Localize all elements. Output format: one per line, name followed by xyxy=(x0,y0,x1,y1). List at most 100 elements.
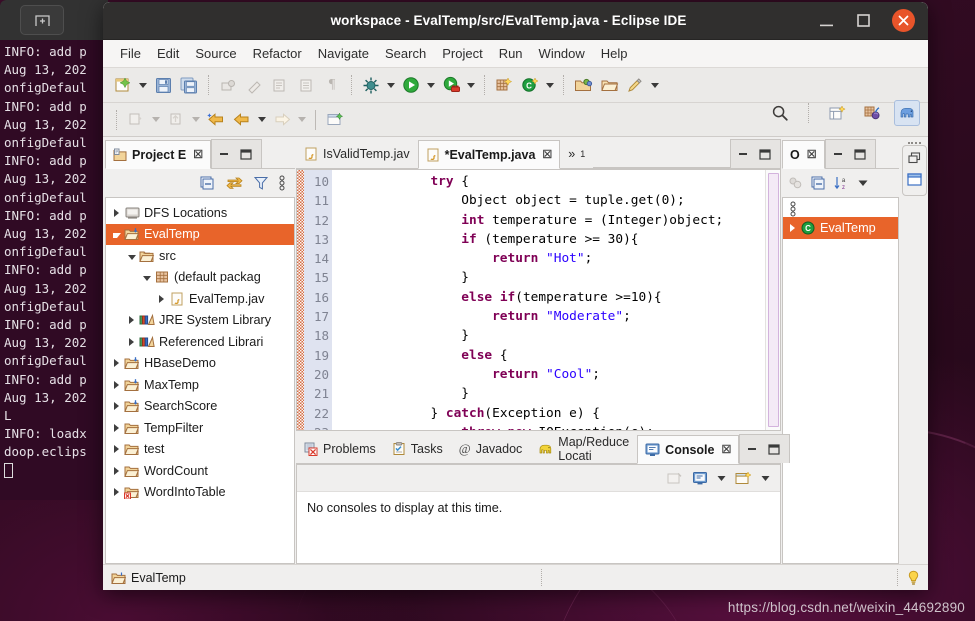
new-file-button[interactable] xyxy=(110,72,136,98)
project-explorer-maximize-button[interactable] xyxy=(240,148,252,160)
expand-twisty-icon[interactable] xyxy=(155,292,168,306)
code-line[interactable]: Object object = tuple.get(0); xyxy=(338,191,765,210)
step-return-dropdown[interactable] xyxy=(189,107,203,133)
code-editor[interactable]: 10111213141516171819202122232425 try { O… xyxy=(296,169,781,431)
collapse-all-icon[interactable] xyxy=(811,176,826,191)
menu-item-project[interactable]: Project xyxy=(434,43,490,64)
filter-icon[interactable] xyxy=(254,176,268,191)
eraser-button[interactable] xyxy=(241,72,267,98)
close-button[interactable] xyxy=(892,9,915,32)
document-button[interactable] xyxy=(293,72,319,98)
editor-tab-close-icon[interactable]: ☒ xyxy=(542,148,552,161)
back-button[interactable] xyxy=(229,107,255,133)
open-console-dropdown[interactable] xyxy=(761,475,770,482)
save-button[interactable] xyxy=(150,72,176,98)
restore-icon[interactable] xyxy=(907,152,921,164)
tree-item-dfs-locations[interactable]: DFS Locations xyxy=(106,202,294,224)
expand-twisty-icon[interactable] xyxy=(110,421,123,435)
outline-focus-icon[interactable] xyxy=(783,198,898,217)
bottom-tab-map-reduce-locati[interactable]: Map/Reduce Locati xyxy=(530,434,637,463)
tree-item-evaltemp-jav[interactable]: EvalTemp.jav xyxy=(106,288,294,310)
code-line[interactable]: else { xyxy=(338,346,765,365)
bottom-tab-javadoc[interactable]: @ Javadoc xyxy=(451,434,531,463)
run-dropdown[interactable] xyxy=(424,72,438,98)
editor-view-controls[interactable] xyxy=(730,139,781,168)
new-class-dropdown[interactable] xyxy=(543,72,557,98)
minimized-view-stack[interactable] xyxy=(901,145,927,196)
step-into-dropdown[interactable] xyxy=(149,107,163,133)
build-button[interactable] xyxy=(267,72,293,98)
annotation-pen-button[interactable] xyxy=(622,72,648,98)
terminal-new-tab-button[interactable] xyxy=(20,5,64,35)
annotation-dropdown[interactable] xyxy=(648,72,662,98)
outline-tabs[interactable]: O ☒ xyxy=(782,139,899,169)
console-body[interactable]: No consoles to display at this time. xyxy=(296,464,781,564)
minimize-button[interactable] xyxy=(818,12,835,29)
tree-item-tempfilter[interactable]: TempFilter xyxy=(106,417,294,439)
code-line[interactable]: } xyxy=(338,268,765,287)
mapreduce-perspective-button[interactable] xyxy=(894,100,920,126)
menu-item-source[interactable]: Source xyxy=(187,43,244,64)
project-tree[interactable]: DFS Locations EvalTemp src (default packag E… xyxy=(106,198,294,503)
tree-item-jre-system-library[interactable]: JRE System Library xyxy=(106,310,294,332)
editor-tabs[interactable]: IsValidTemp.jav *EvalTemp.java ☒» 1 xyxy=(296,139,781,169)
tab-outline[interactable]: O ☒ xyxy=(782,140,825,169)
code-line[interactable]: return "Moderate"; xyxy=(338,307,765,326)
outline-toolbar[interactable]: az xyxy=(782,169,899,197)
project-explorer-body[interactable]: DFS Locations EvalTemp src (default packag E… xyxy=(105,197,295,564)
collapse-twisty-icon[interactable] xyxy=(125,249,138,263)
terminal-window[interactable]: INFO: add p Aug 13, 202 onfigDefaul INFO: a… xyxy=(0,0,108,500)
bottom-tab-problems[interactable]: Problems xyxy=(296,434,384,463)
lightbulb-icon[interactable] xyxy=(907,570,920,586)
expand-twisty-icon[interactable] xyxy=(110,378,123,392)
code-line[interactable]: } catch(Exception e) { xyxy=(338,404,765,423)
new-file-dropdown[interactable] xyxy=(136,72,150,98)
menu-item-help[interactable]: Help xyxy=(593,43,636,64)
expand-twisty-icon[interactable] xyxy=(786,221,799,235)
forward-dropdown[interactable] xyxy=(295,107,309,133)
tree-item-wordcount[interactable]: WordCount xyxy=(106,460,294,482)
tree-item-hbasedemo[interactable]: HBaseDemo xyxy=(106,353,294,375)
menu-item-run[interactable]: Run xyxy=(491,43,531,64)
code-line[interactable]: return "Hot"; xyxy=(338,249,765,268)
display-console-icon[interactable] xyxy=(692,471,708,486)
editor-tab-isvalidtemp.jav[interactable]: IsValidTemp.jav xyxy=(296,139,418,168)
project-explorer-close-icon[interactable]: ☒ xyxy=(193,148,203,161)
editor-minimize-button[interactable] xyxy=(738,149,749,159)
expand-twisty-icon[interactable] xyxy=(110,356,123,370)
collapse-all-icon[interactable] xyxy=(200,176,215,191)
code-line[interactable]: } xyxy=(338,326,765,345)
display-console-dropdown[interactable] xyxy=(717,475,726,482)
open-resource-button[interactable] xyxy=(596,72,622,98)
eclipse-window[interactable]: workspace - EvalTemp/src/EvalTemp.java -… xyxy=(103,2,928,590)
bottom-view-controls[interactable] xyxy=(739,434,791,463)
console-tab-close-icon[interactable]: ☒ xyxy=(721,443,731,456)
sort-az-icon[interactable]: az xyxy=(834,176,850,191)
open-task-button[interactable] xyxy=(570,72,596,98)
project-explorer-toolbar[interactable] xyxy=(105,169,295,197)
new-class-button[interactable]: C xyxy=(517,72,543,98)
link-with-editor-icon[interactable] xyxy=(226,176,243,191)
tab-project-explorer[interactable]: Project E ☒ xyxy=(105,140,212,169)
project-explorer-minimize-button[interactable] xyxy=(219,149,230,159)
back-with-marker-button[interactable] xyxy=(203,107,229,133)
project-explorer-tabs[interactable]: Project E ☒ xyxy=(105,139,295,169)
debug-dropdown[interactable] xyxy=(384,72,398,98)
project-explorer-view-controls[interactable] xyxy=(211,139,263,168)
outline-body[interactable]: C EvalTemp xyxy=(782,197,899,564)
expand-twisty-icon[interactable] xyxy=(125,313,138,327)
code-line[interactable]: try { xyxy=(338,172,765,191)
menu-item-window[interactable]: Window xyxy=(531,43,593,64)
menu-item-search[interactable]: Search xyxy=(377,43,434,64)
console-view[interactable]: Problems Tasks @ Javadoc Map/Reduce Locati Co… xyxy=(296,434,791,564)
java-perspective-button[interactable] xyxy=(859,100,885,126)
code-line[interactable]: return "Cool"; xyxy=(338,365,765,384)
outline-close-icon[interactable]: ☒ xyxy=(807,148,817,161)
pilcrow-button[interactable]: ¶ xyxy=(319,72,345,98)
tree-item-evaltemp[interactable]: EvalTemp xyxy=(106,223,294,245)
code-line[interactable]: throw new IOException(e); xyxy=(338,423,765,430)
menu-item-refactor[interactable]: Refactor xyxy=(245,43,310,64)
editor-tab-evaltemp.java[interactable]: *EvalTemp.java ☒ xyxy=(417,140,561,169)
console-minimize-button[interactable] xyxy=(747,444,758,454)
outline-view[interactable]: O ☒ a z C EvalTemp xyxy=(782,139,900,564)
